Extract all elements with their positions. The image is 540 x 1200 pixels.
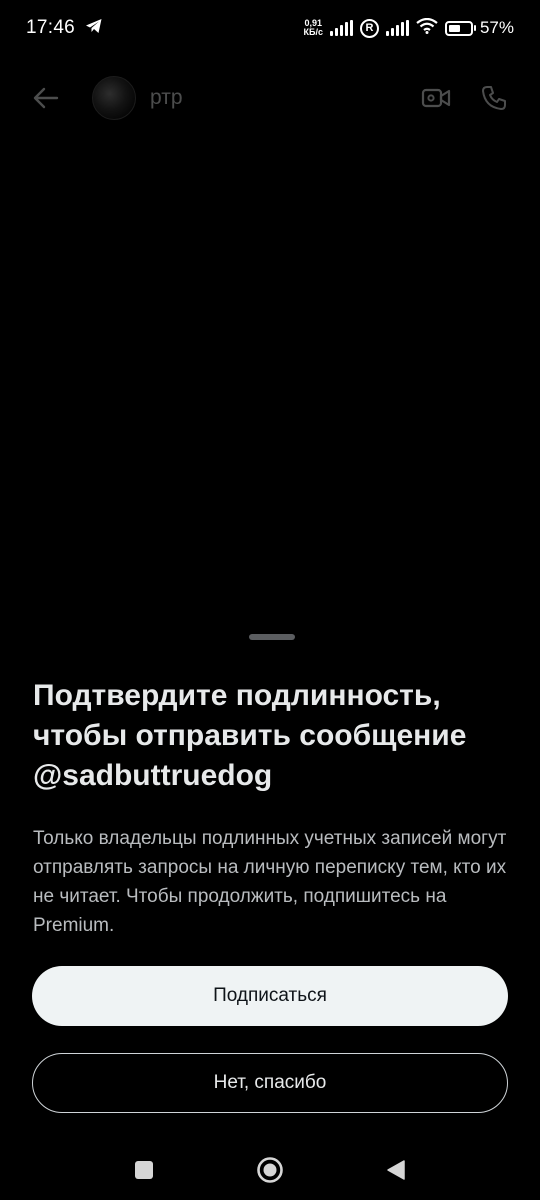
sheet-title-line: Подтвердите подлинность,: [33, 679, 441, 712]
roaming-icon: R: [359, 18, 379, 38]
sheet-grabber[interactable]: [249, 634, 295, 640]
back-arrow-icon[interactable]: [30, 82, 62, 114]
sheet-body: Только владельцы подлинных учетных запис…: [33, 828, 507, 936]
sheet-title-line: чтобы отправить сообщение: [33, 719, 467, 752]
header-actions: [420, 82, 510, 114]
signal-icon: [385, 20, 409, 36]
video-call-icon[interactable]: [420, 82, 452, 114]
back-triangle-icon[interactable]: [376, 1150, 416, 1190]
signal-icon: [329, 20, 353, 36]
battery-fill: [448, 24, 461, 32]
status-bar: 17:46 0,91 КБ/с R 57%: [0, 0, 540, 56]
sheet-title-line: @sadbuttruedog: [33, 759, 273, 792]
battery-icon: 57%: [444, 18, 514, 38]
avatar[interactable]: [92, 76, 136, 120]
status-left: 17:46: [26, 17, 103, 39]
decline-button[interactable]: Нет, спасибо: [32, 1053, 508, 1113]
battery-percent: 57%: [479, 18, 514, 37]
telegram-icon: [85, 18, 103, 39]
premium-prompt-sheet: Подтвердите подлинность, чтобы отправить…: [0, 620, 540, 1140]
status-time: 17:46: [26, 17, 76, 38]
phone-icon[interactable]: [478, 82, 510, 114]
home-circle-icon[interactable]: [250, 1150, 290, 1190]
subscribe-button[interactable]: Подписаться: [32, 966, 508, 1026]
sheet-title: Подтвердите подлинность, чтобы отправить…: [33, 676, 513, 796]
battery-tip: [473, 25, 476, 31]
recents-square-icon[interactable]: [124, 1150, 164, 1190]
battery-body: [444, 20, 473, 36]
conversation-header: ртр: [0, 70, 540, 126]
wifi-icon: [416, 17, 438, 39]
net-speed: 0,91 КБ/с: [304, 19, 323, 37]
net-speed-unit: КБ/с: [303, 27, 323, 37]
status-right: 0,91 КБ/с R 57%: [304, 17, 514, 39]
contact-name[interactable]: ртр: [150, 86, 183, 110]
system-nav-bar: [0, 1140, 540, 1200]
